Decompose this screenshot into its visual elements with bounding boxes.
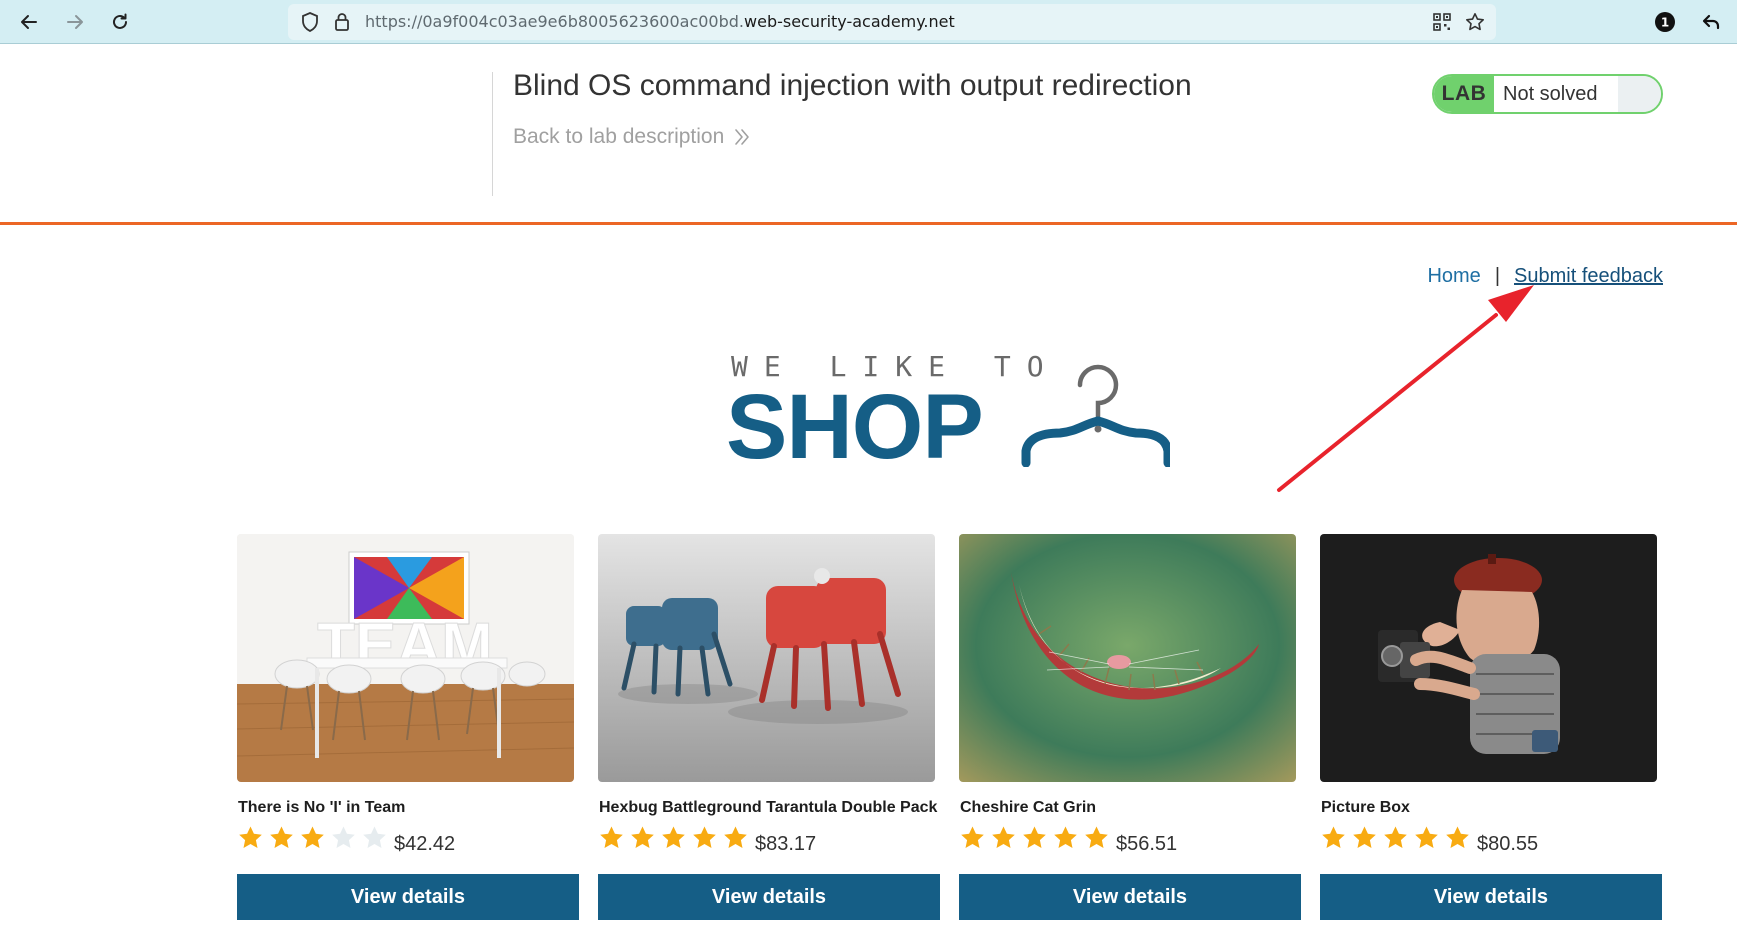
product-price: $80.55 [1477, 833, 1539, 855]
product-card: Cheshire Cat Grin $56.51 View details [959, 534, 1301, 920]
product-name: Picture Box [1321, 799, 1410, 816]
submit-feedback-link[interactable]: Submit feedback [1514, 262, 1663, 290]
view-details-button[interactable]: View details [959, 874, 1301, 920]
back-link-label: Back to lab description [513, 125, 725, 148]
extension-badge-icon[interactable]: 1 [1651, 8, 1679, 36]
product-rating [959, 825, 1110, 855]
header-divider [492, 72, 493, 196]
product-image-picture-box[interactable] [1320, 534, 1657, 782]
product-image-hexbug[interactable] [598, 534, 935, 782]
home-link[interactable]: Home [1427, 262, 1480, 290]
product-rating [598, 825, 749, 855]
star-filled-icon [270, 826, 293, 848]
address-bar[interactable]: https://0a9f004c03ae9e6b8005623600ac00bd… [288, 4, 1496, 40]
back-arrow-icon[interactable] [15, 8, 43, 36]
lock-icon[interactable] [331, 11, 353, 33]
notification-count: 1 [1661, 16, 1669, 30]
bookmark-star-icon[interactable] [1464, 11, 1486, 33]
product-card: Picture Box $80.55 View details [1320, 534, 1662, 920]
product-image-cheshire-cat[interactable] [959, 534, 1296, 782]
star-filled-icon [1054, 826, 1077, 848]
lab-title: Blind OS command injection with output r… [513, 69, 1192, 102]
url-text[interactable]: https://0a9f004c03ae9e6b8005623600ac00bd… [365, 11, 955, 33]
url-domain: web-security-academy.net [744, 12, 955, 31]
logo-wordmark: SHOP [726, 376, 984, 478]
product-price: $42.42 [394, 833, 456, 855]
product-image-team[interactable]: TEAM [237, 534, 574, 782]
star-empty-icon [363, 826, 386, 848]
star-filled-icon [724, 826, 747, 848]
view-details-button[interactable]: View details [237, 874, 579, 920]
shop-logo: WE LIKE TO SHOP [726, 345, 1170, 477]
url-prefix: https://0a9f004c03ae9e6b8005623600ac00bd… [365, 12, 745, 31]
view-details-button[interactable]: View details [1320, 874, 1662, 920]
product-rating [1320, 825, 1471, 855]
product-card: Hexbug Battleground Tarantula Double Pac… [598, 534, 940, 920]
product-name: Hexbug Battleground Tarantula Double Pac… [599, 799, 938, 816]
lab-header: Blind OS command injection with output r… [0, 45, 1737, 225]
reload-icon[interactable] [106, 8, 134, 36]
back-to-lab-description-link[interactable]: Back to lab description [513, 122, 750, 152]
star-filled-icon [631, 826, 654, 848]
lab-status-indicator [1618, 76, 1661, 112]
view-details-button[interactable]: View details [598, 874, 940, 920]
star-filled-icon [1353, 826, 1376, 848]
star-filled-icon [1415, 826, 1438, 848]
star-filled-icon [600, 826, 623, 848]
qr-code-icon[interactable] [1431, 11, 1453, 33]
undo-arrow-icon[interactable] [1697, 8, 1725, 36]
star-filled-icon [1446, 826, 1469, 848]
product-name: There is No 'I' in Team [238, 799, 406, 816]
top-navigation: Home | Submit feedback [1427, 262, 1663, 290]
browser-toolbar: https://0a9f004c03ae9e6b8005623600ac00bd… [0, 0, 1737, 44]
star-filled-icon [992, 826, 1015, 848]
lab-status-widget: LAB Not solved [1432, 74, 1663, 114]
product-price: $56.51 [1116, 833, 1178, 855]
product-price: $83.17 [755, 833, 817, 855]
star-filled-icon [1384, 826, 1407, 848]
forward-arrow-icon[interactable] [61, 8, 89, 36]
star-filled-icon [1322, 826, 1345, 848]
star-filled-icon [301, 826, 324, 848]
star-filled-icon [961, 826, 984, 848]
nav-separator: | [1494, 265, 1501, 287]
star-filled-icon [693, 826, 716, 848]
product-card: TEAM There is No 'I' in Team $42.42 View… [237, 534, 579, 920]
lab-status-text: Not solved [1494, 76, 1618, 112]
star-filled-icon [239, 826, 262, 848]
tracking-shield-icon[interactable] [299, 11, 321, 33]
coat-hanger-icon [1021, 364, 1170, 467]
star-filled-icon [1085, 826, 1108, 848]
star-filled-icon [662, 826, 685, 848]
star-empty-icon [332, 826, 355, 848]
product-rating [237, 825, 388, 855]
product-name: Cheshire Cat Grin [960, 799, 1097, 816]
lab-badge: LAB [1434, 76, 1494, 112]
star-filled-icon [1023, 826, 1046, 848]
double-chevron-right-icon [735, 129, 750, 145]
